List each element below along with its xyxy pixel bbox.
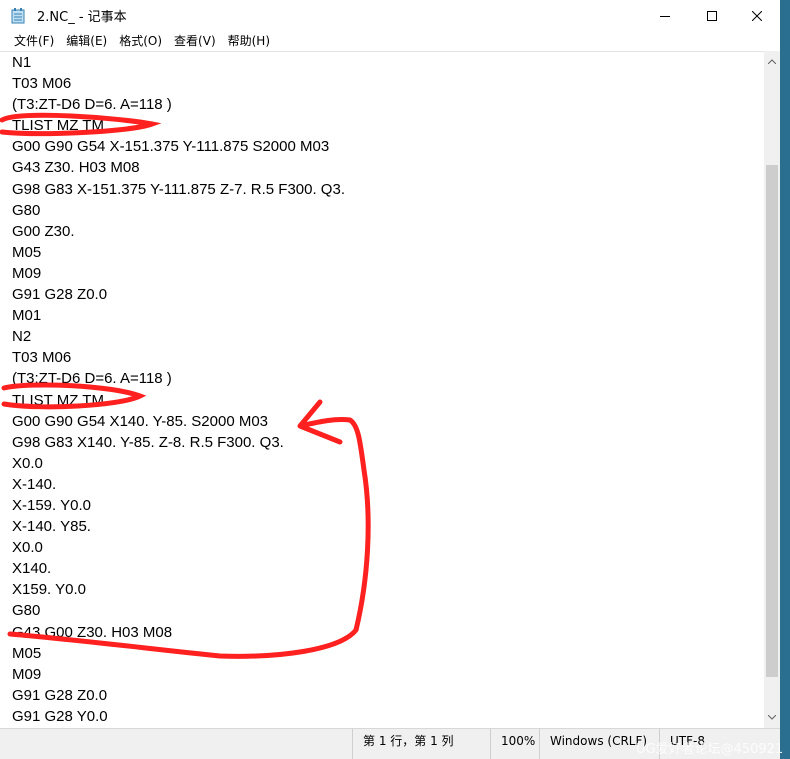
editor-line: X140. xyxy=(12,560,52,578)
status-cursor-position: 第 1 行，第 1 列 xyxy=(352,729,492,759)
watermark-text: UG爱好者论坛@450921 xyxy=(636,742,784,757)
editor-line: M09 xyxy=(12,665,42,683)
editor-line: G43 Z30. H03 M08 xyxy=(12,159,140,177)
editor-line: G43 G00 Z30. H03 M08 xyxy=(12,623,173,641)
editor-line: G80 xyxy=(12,602,41,620)
chevron-up-icon xyxy=(768,59,776,64)
window-title: 2.NC_ - 记事本 xyxy=(37,10,127,25)
editor-line: T03 M06 xyxy=(12,349,72,367)
notepad-window: 2.NC_ - 记事本 文件(F) 编辑(E) 格式(O) 查看(V) 帮助(H… xyxy=(0,0,780,759)
editor-line: (T3:ZT-D6 D=6. A=118 ) xyxy=(12,96,172,114)
maximize-icon xyxy=(707,10,717,21)
editor-line: G98 G83 X-151.375 Y-111.875 Z-7. R.5 F30… xyxy=(12,180,345,198)
editor-line: TLIST MZ TM xyxy=(12,391,104,409)
editor-line: X159. Y0.0 xyxy=(12,581,86,599)
editor-line: G91 G28 Z0.0 xyxy=(12,286,108,304)
editor-line: N1 xyxy=(12,54,32,71)
title-bar[interactable]: 2.NC_ - 记事本 xyxy=(0,0,780,31)
scrollbar-thumb[interactable] xyxy=(766,165,778,677)
editor-line: M09 xyxy=(12,264,42,282)
editor-line: X0.0 xyxy=(12,454,43,472)
notepad-app-icon xyxy=(11,8,25,24)
editor-line: G98 G83 X140. Y-85. Z-8. R.5 F300. Q3. xyxy=(12,433,284,451)
minimize-button[interactable] xyxy=(642,0,688,31)
chevron-down-icon xyxy=(768,715,776,720)
close-icon xyxy=(752,10,762,21)
scroll-down-button[interactable] xyxy=(764,709,780,726)
close-button[interactable] xyxy=(734,0,780,31)
editor-line: N2 xyxy=(12,328,32,346)
editor-line: M05 xyxy=(12,644,42,662)
editor-line: TLIST MZ TM xyxy=(12,117,104,135)
editor-line: M01 xyxy=(12,307,42,325)
editor-lines: N1 T03 M06 (T3:ZT-D6 D=6. A=118 ) TLIST MZ … xyxy=(12,52,345,729)
editor-line: G00 G90 G54 X-151.375 Y-111.875 S2000 M0… xyxy=(12,138,330,156)
menu-view[interactable]: 查看(V) xyxy=(168,31,222,51)
minimize-icon xyxy=(660,15,670,17)
editor-line: X0.0 xyxy=(12,539,43,557)
vertical-scrollbar[interactable] xyxy=(764,51,780,728)
editor-line: M05 xyxy=(12,243,42,261)
editor-line: X-140. xyxy=(12,475,57,493)
editor-line: G00 Z30. xyxy=(12,222,75,240)
menu-file[interactable]: 文件(F) xyxy=(8,31,60,51)
menu-help[interactable]: 帮助(H) xyxy=(222,31,276,51)
editor-line: X-159. Y0.0 xyxy=(12,496,91,514)
editor-line: G91 G28 Y0.0 xyxy=(12,707,108,725)
editor-line: G00 G90 G54 X140. Y-85. S2000 M03 xyxy=(12,412,269,430)
menu-bar: 文件(F) 编辑(E) 格式(O) 查看(V) 帮助(H) xyxy=(0,31,780,51)
text-editor[interactable]: N1 T03 M06 (T3:ZT-D6 D=6. A=118 ) TLIST MZ … xyxy=(0,51,764,729)
status-zoom: 100% xyxy=(490,729,540,759)
editor-line: (T3:ZT-D6 D=6. A=118 ) xyxy=(12,370,172,388)
editor-line: G80 xyxy=(12,201,41,219)
scroll-up-button[interactable] xyxy=(764,53,780,70)
editor-line: G91 G28 Z0.0 xyxy=(12,686,108,704)
menu-format[interactable]: 格式(O) xyxy=(113,31,168,51)
editor-line: T03 M06 xyxy=(12,75,72,93)
maximize-button[interactable] xyxy=(689,0,735,31)
menu-edit[interactable]: 编辑(E) xyxy=(60,31,113,51)
editor-line: X-140. Y85. xyxy=(12,518,91,536)
